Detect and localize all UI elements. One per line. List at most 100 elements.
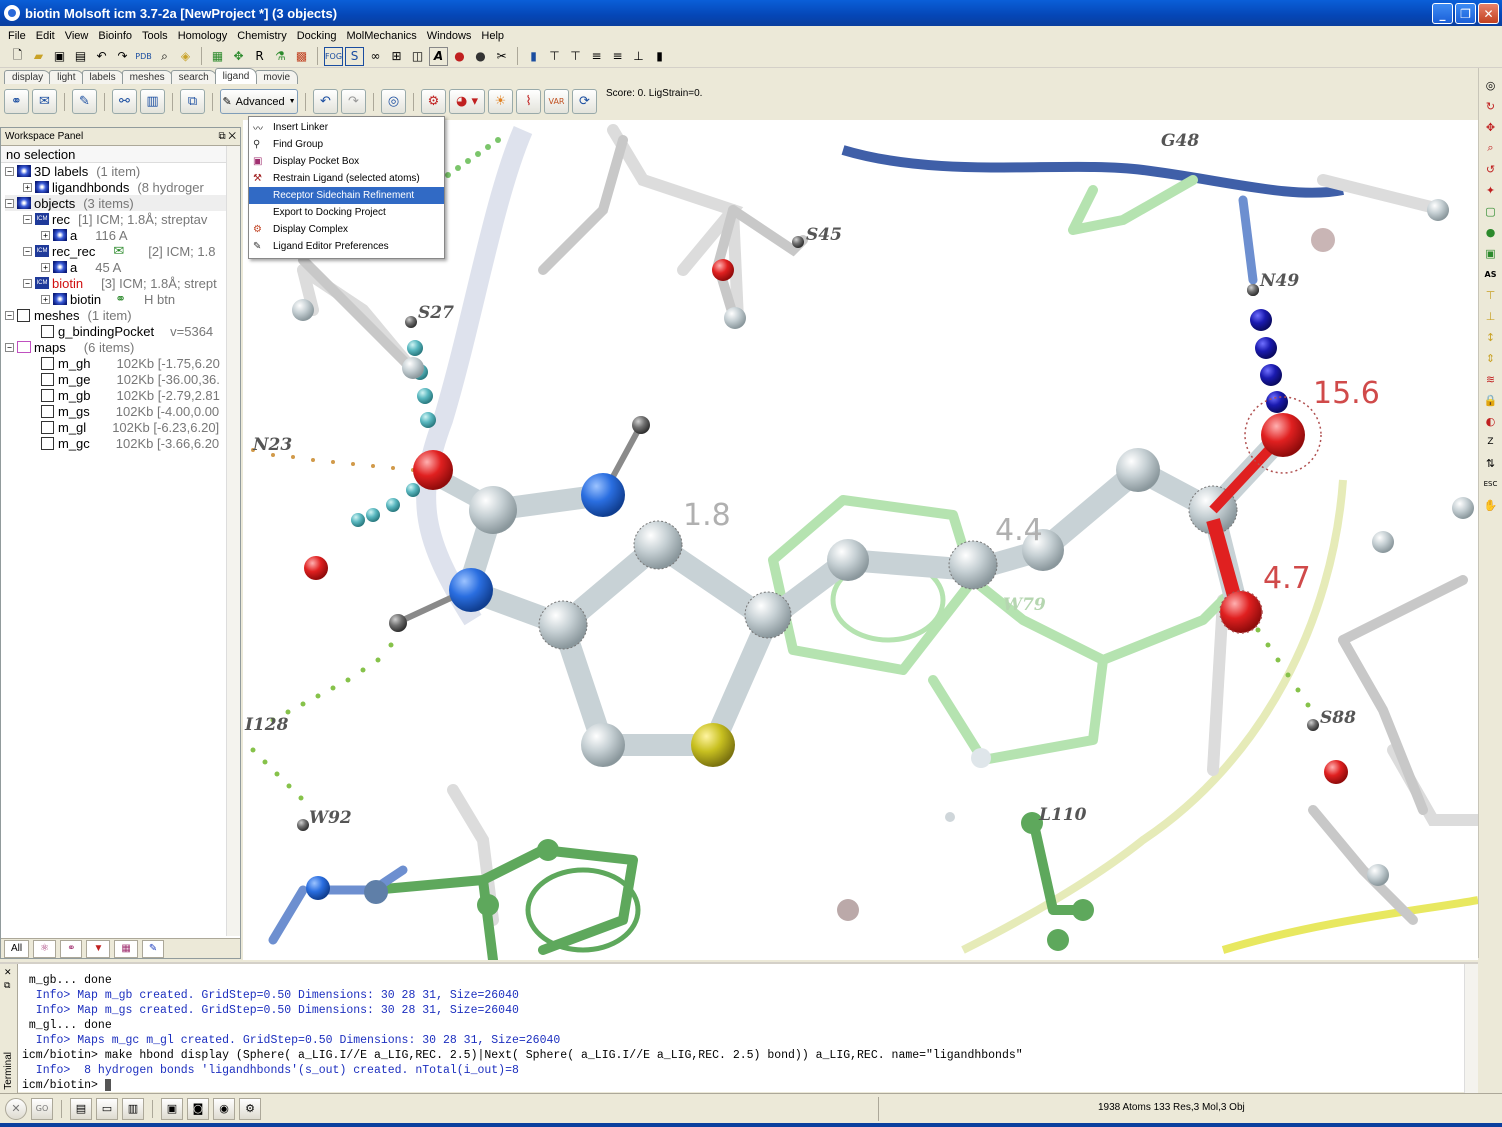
right-zoom-icon[interactable]: ⌕ (1482, 139, 1500, 157)
right-clip-both-icon[interactable]: ↕ (1482, 328, 1500, 346)
filter-objects-icon[interactable]: ⚛ (33, 939, 57, 958)
tree-item-m-gh[interactable]: m_gh 102Kb [-1.75,6.20 (5, 355, 240, 371)
mesh-checkbox[interactable] (41, 324, 54, 338)
tree-item-rec-rec[interactable]: − ICM rec_rec ✉ [2] ICM; 1.8 (5, 243, 240, 259)
filter-ligand-icon[interactable]: ⚭ (60, 939, 83, 958)
tree-item-m-gc[interactable]: m_gc 102Kb [-3.66,6.20 (5, 435, 240, 451)
grid-icon[interactable]: ▩ (292, 47, 311, 66)
right-select-icon[interactable]: ▢ (1482, 202, 1500, 220)
map-checkbox[interactable] (41, 436, 54, 450)
fog-icon[interactable]: FOG (324, 46, 343, 66)
clip-5-icon[interactable]: ⊥ (629, 47, 648, 66)
tab-search[interactable]: search (170, 70, 217, 84)
menu-bioinfo[interactable]: Bioinfo (93, 30, 137, 42)
right-grid-icon[interactable]: ▣ (1482, 244, 1500, 262)
map-checkbox[interactable] (41, 404, 54, 418)
meshes-checkbox[interactable] (17, 308, 30, 322)
sun-icon[interactable]: ☀ (488, 89, 513, 114)
menu-view[interactable]: View (60, 30, 94, 42)
new-file-icon[interactable]: 🗋 (8, 47, 27, 66)
menu-chemistry[interactable]: Chemistry (232, 30, 292, 42)
save-as-icon[interactable]: ▤ (71, 47, 90, 66)
color-ball-icon[interactable]: ● (450, 47, 469, 66)
map-checkbox[interactable] (41, 372, 54, 386)
dock-icon[interactable]: ⚙ (421, 89, 446, 114)
clip-front-icon[interactable]: ▮ (524, 47, 543, 66)
tag-icon[interactable]: ◈ (176, 47, 195, 66)
camera-icon[interactable]: ◙ (187, 1097, 209, 1120)
tab-display[interactable]: display (4, 70, 52, 84)
search-structure-icon[interactable]: ⌕ (155, 47, 174, 66)
ligand-load-icon[interactable]: ✉ (32, 89, 57, 114)
minimize-ligand-icon[interactable]: ◕ ▾ (449, 89, 485, 114)
panel-float-icon[interactable]: ⧉ (218, 131, 225, 142)
close-button[interactable]: ✕ (1478, 3, 1499, 24)
settings-icon[interactable]: ⚙ (239, 1097, 261, 1120)
right-z-icon[interactable]: Z (1482, 433, 1500, 451)
menu-help[interactable]: Help (476, 30, 509, 42)
right-clip-back-icon[interactable]: ⊥ (1482, 307, 1500, 325)
right-target-icon[interactable]: ◎ (1482, 76, 1500, 94)
clip-2-icon[interactable]: ⊤ (566, 47, 585, 66)
undo-ligand-icon[interactable]: ↶ (313, 89, 338, 114)
tab-ligand[interactable]: ligand (214, 68, 258, 84)
tree-item-3d-labels[interactable]: −3D labels (1 item) (5, 163, 240, 179)
panel-scrollbar[interactable] (226, 146, 240, 936)
panel-close-icon[interactable]: ✕ (228, 131, 236, 142)
terminal-close-icon[interactable]: ✕ (0, 964, 17, 978)
tree-item-m-gb[interactable]: m_gb 102Kb [-2.79,2.81 (5, 387, 240, 403)
terminal-float-icon[interactable]: ⧉ (0, 978, 17, 991)
tree-item-maps[interactable]: − maps (6 items) (5, 339, 240, 355)
ligand-copy-icon[interactable]: ⧉ (180, 89, 205, 114)
shade-ball-icon[interactable]: ● (471, 47, 490, 66)
right-ball-icon[interactable]: ● (1482, 223, 1500, 241)
terminal-scrollbar[interactable] (1464, 964, 1478, 1094)
minimize-button[interactable]: _ (1432, 3, 1453, 24)
tab-movie[interactable]: movie (255, 70, 299, 84)
tree-item-meshes[interactable]: − meshes (1 item) (5, 307, 240, 323)
workspace-toggle-icon[interactable]: ▤ (70, 1097, 92, 1120)
redo-ligand-icon[interactable]: ↷ (341, 89, 366, 114)
redo-icon[interactable]: ↷ (113, 47, 132, 66)
menu-item-receptor-sidechain-refinement[interactable]: Receptor Sidechain Refinement (249, 187, 444, 204)
save-icon[interactable]: ▣ (50, 47, 69, 66)
tree-item-biotin-mol[interactable]: + biotin ⚭ H btn (5, 291, 240, 307)
ligand-chart-icon[interactable]: ▥ (140, 89, 165, 114)
menu-item-restrain-ligand[interactable]: ⚒ Restrain Ligand (selected atoms) (249, 170, 444, 187)
right-arrows-icon[interactable]: ⇅ (1482, 454, 1500, 472)
refresh-icon[interactable]: ⟳ (572, 89, 597, 114)
undo-icon[interactable]: ↶ (92, 47, 111, 66)
filter-surface-icon[interactable]: ▼ (86, 939, 111, 958)
menu-item-find-group[interactable]: ⚲ Find Group (249, 136, 444, 153)
maximize-button[interactable]: ❐ (1455, 3, 1476, 24)
terminal-prompt[interactable]: icm/biotin> (22, 1078, 1023, 1093)
font-icon[interactable]: A (429, 46, 448, 66)
menu-windows[interactable]: Windows (422, 30, 477, 42)
glasses-icon[interactable]: ∞ (366, 47, 385, 66)
tree-item-ligandhbonds[interactable]: + ligandhbonds (8 hydroger (5, 179, 240, 195)
ligand-molecule-icon[interactable]: ⚭ (4, 89, 29, 114)
right-hand-icon[interactable]: ✋ (1482, 496, 1500, 514)
right-as-icon[interactable]: AS (1482, 265, 1500, 283)
ligand-compare-icon[interactable]: ⚯ (112, 89, 137, 114)
select-icon[interactable]: ▦ (208, 47, 227, 66)
menu-tools[interactable]: Tools (137, 30, 173, 42)
right-rotate-icon[interactable]: ↻ (1482, 97, 1500, 115)
target-icon[interactable]: ◎ (381, 89, 406, 114)
clip-4-icon[interactable]: ≡ (608, 47, 627, 66)
right-spin-icon[interactable]: ↺ (1482, 160, 1500, 178)
go-icon[interactable]: GO (31, 1097, 53, 1120)
box-icon[interactable]: ◫ (408, 47, 427, 66)
stereo-icon[interactable]: S (345, 46, 364, 66)
tools-icon[interactable]: ✂ (492, 47, 511, 66)
strain-icon[interactable]: ⌇ (516, 89, 541, 114)
filter-all-tab[interactable]: All (4, 939, 30, 958)
filter-maps-icon[interactable]: ▦ (114, 939, 138, 958)
tree-item-rec[interactable]: − ICM rec [1] ICM; 1.8Å; streptav (5, 211, 240, 227)
right-lock-icon[interactable]: 🔒 (1482, 391, 1500, 409)
eye-icon[interactable]: ◉ (213, 1097, 235, 1120)
menu-item-export-docking[interactable]: Export to Docking Project (249, 204, 444, 221)
menu-item-display-pocket-box[interactable]: ▣ Display Pocket Box (249, 153, 444, 170)
pdb-icon[interactable]: PDB (134, 47, 153, 66)
right-clip-front-icon[interactable]: ⊤ (1482, 286, 1500, 304)
